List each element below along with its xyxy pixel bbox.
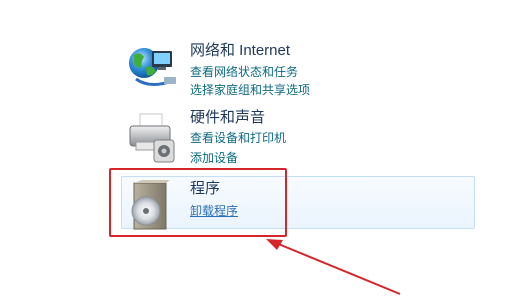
annotation-arrow-icon — [266, 239, 401, 295]
